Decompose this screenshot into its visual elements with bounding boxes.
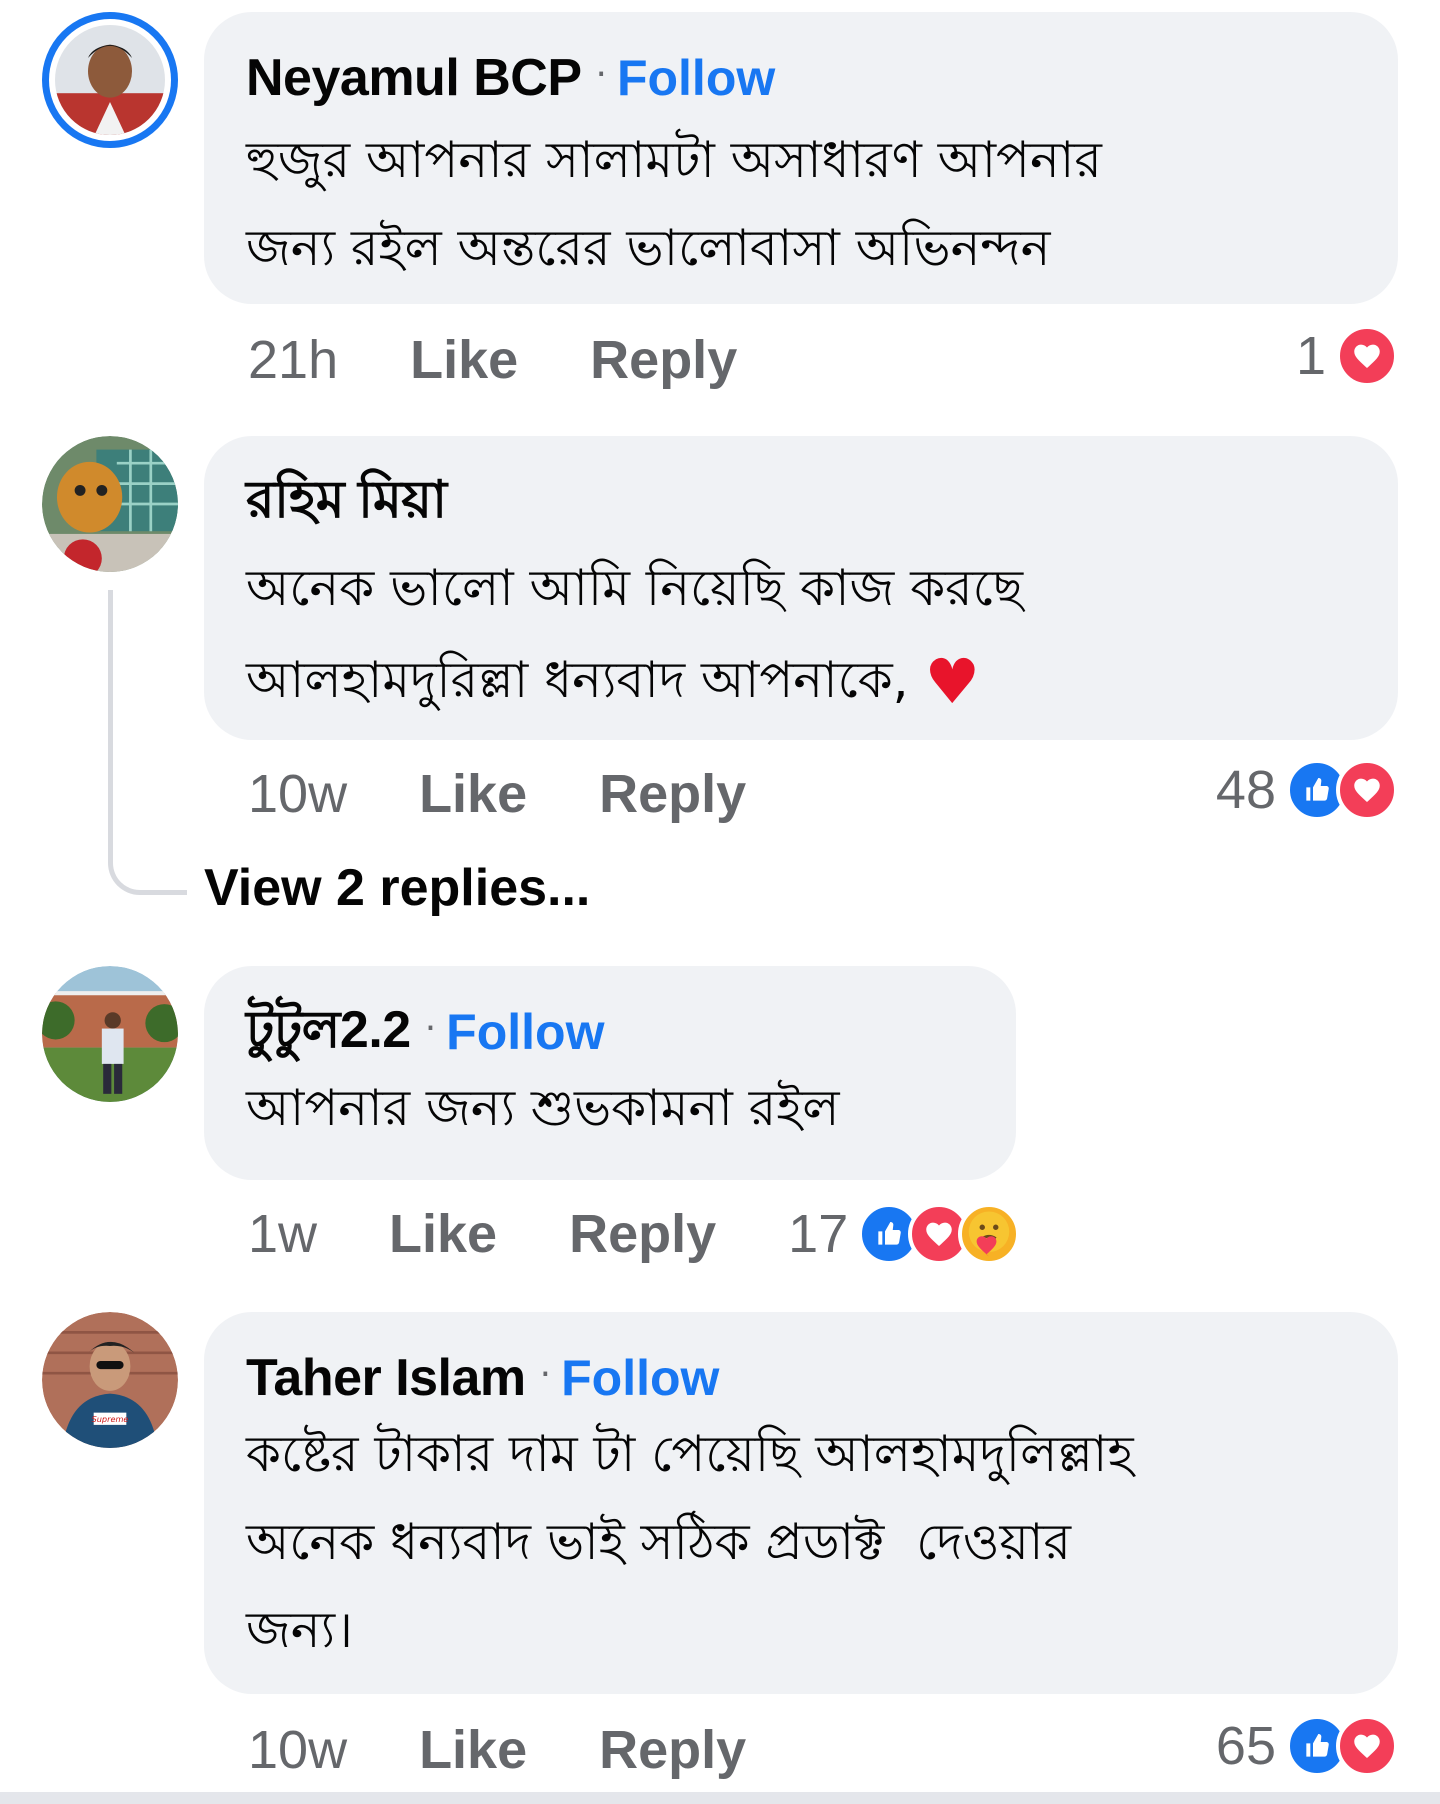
comment-actions: 10w Like Reply [248, 764, 818, 824]
reaction-count: 1 [1295, 326, 1326, 386]
reply-button[interactable]: Reply [569, 1203, 716, 1265]
follow-button[interactable]: Follow [446, 1003, 604, 1061]
reaction-count: 65 [1215, 1716, 1276, 1776]
comment-text: হুজুর আপনার সালামটা অসাধারণ আপনার জন্য র… [246, 131, 1102, 277]
avatar[interactable] [42, 12, 178, 148]
comment-bubble: রহিম মিয়া অনেক ভালো আমি নিয়েছি কাজ করছ… [204, 436, 1398, 740]
comment-bubble: Taher Islam · Follow কষ্টের টাকার দাম টা… [204, 1312, 1398, 1694]
author-name[interactable]: Taher Islam [246, 1348, 526, 1408]
profile-photo [55, 25, 165, 135]
reply-thread-line [108, 590, 187, 895]
like-button[interactable]: Like [389, 1203, 497, 1265]
comment-actions: 1w Like Reply 17 [248, 1203, 1021, 1265]
reply-button[interactable]: Reply [599, 763, 746, 825]
reaction-count: 17 [788, 1204, 849, 1264]
avatar[interactable] [42, 966, 178, 1102]
timestamp[interactable]: 10w [248, 1719, 347, 1781]
separator-dot: · [539, 1353, 552, 1395]
timestamp[interactable]: 1w [248, 1203, 317, 1265]
reaction-summary[interactable]: 1 [1295, 325, 1398, 387]
care-reaction-icon [958, 1203, 1021, 1265]
like-button[interactable]: Like [419, 763, 527, 825]
comment-text: অনেক ভালো আমি নিয়েছি কাজ করছে আলহামদুরি… [246, 544, 1356, 724]
avatar[interactable]: Supreme [42, 1312, 178, 1448]
comment-actions: 21h Like Reply [248, 330, 809, 390]
profile-photo [42, 436, 178, 572]
profile-photo: Supreme [42, 1312, 178, 1448]
reaction-summary[interactable]: 65 [1215, 1715, 1398, 1777]
like-button[interactable]: Like [410, 329, 518, 391]
heart-reaction-icon [1336, 759, 1398, 821]
view-replies-link[interactable]: View 2 replies... [204, 858, 590, 918]
svg-text:Supreme: Supreme [92, 1414, 129, 1424]
reaction-summary[interactable]: 48 [1215, 759, 1398, 821]
profile-photo [42, 966, 178, 1102]
heart-reaction-icon [1336, 325, 1398, 387]
avatar[interactable] [42, 436, 178, 572]
author-name[interactable]: টুটুল2.2 [246, 989, 411, 1076]
author-name[interactable]: Neyamul BCP [246, 48, 582, 108]
reaction-count: 48 [1215, 760, 1276, 820]
comment-bubble: Neyamul BCP · Follow হুজুর আপনার সালামটা… [204, 12, 1398, 304]
reply-button[interactable]: Reply [590, 329, 737, 391]
follow-button[interactable]: Follow [617, 49, 775, 107]
follow-button[interactable]: Follow [561, 1349, 719, 1407]
reaction-summary[interactable]: 17 [788, 1203, 1021, 1265]
reply-button[interactable]: Reply [599, 1719, 746, 1781]
author-name[interactable]: রহিম মিয়া [246, 459, 447, 546]
timestamp[interactable]: 10w [248, 763, 347, 825]
bottom-divider [0, 1792, 1440, 1804]
comment-text-body: অনেক ভালো আমি নিয়েছি কাজ করছে আলহামদুরি… [246, 559, 1024, 709]
timestamp[interactable]: 21h [248, 329, 338, 391]
comment-text: আপনার জন্য শুভকামনা রইল [246, 1079, 840, 1137]
separator-dot: · [424, 1007, 437, 1049]
comment-bubble: টুটুল2.2 · Follow আপনার জন্য শুভকামনা রই… [204, 966, 1016, 1180]
separator-dot: · [595, 53, 607, 95]
like-button[interactable]: Like [419, 1719, 527, 1781]
red-heart-emoji: ♥ [924, 645, 981, 718]
comment-actions: 10w Like Reply [248, 1720, 818, 1780]
comment-text: কষ্টের টাকার দাম টা পেয়েছি আলহামদুলিল্ল… [246, 1425, 1134, 1659]
heart-reaction-icon [1336, 1715, 1398, 1777]
